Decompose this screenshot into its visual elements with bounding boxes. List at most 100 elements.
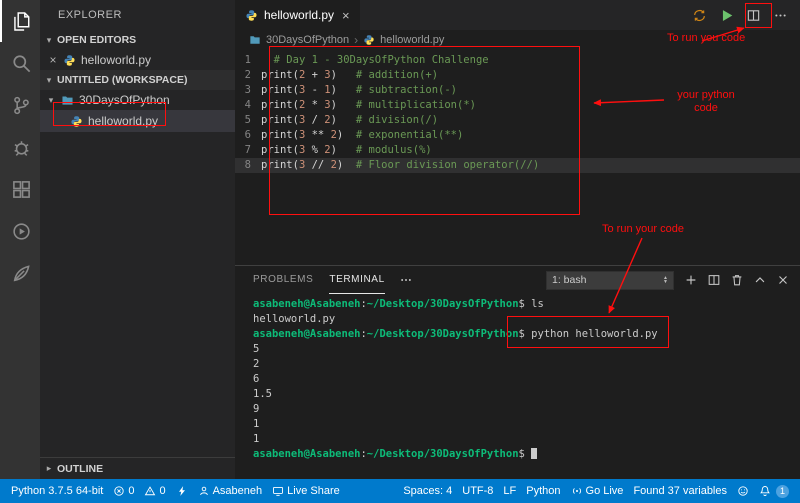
code-line[interactable]: 6print(3 ** 2) # exponential(**) <box>235 128 800 143</box>
code-line[interactable]: 1 # Day 1 - 30DaysOfPython Challenge <box>235 53 800 68</box>
chevron-right-icon: ▸ <box>44 463 54 474</box>
status-bar-right: Spaces: 4UTF-8LF Python Go Live Found 37 va… <box>398 479 794 503</box>
eol[interactable]: LF <box>498 479 521 503</box>
language-mode-label: Python <box>526 485 560 497</box>
code-line[interactable]: 2print(2 + 3) # addition(+) <box>235 68 800 83</box>
workspace-header[interactable]: ▾ UNTITLED (WORKSPACE) <box>40 70 235 90</box>
kill-terminal-icon[interactable] <box>730 273 744 287</box>
problems-warnings[interactable]: 0 <box>139 479 170 503</box>
terminal-output[interactable]: asabeneh@Asabeneh:~/Desktop/30DaysOfPyth… <box>235 294 800 479</box>
code-text: # Day 1 - 30DaysOfPython Challenge <box>261 53 489 68</box>
terminal-line: 5 <box>253 342 800 357</box>
file-label: helloworld.py <box>88 114 158 128</box>
problems-errors-label: 0 <box>128 485 134 497</box>
close-icon[interactable]: × <box>340 8 352 23</box>
split-terminal-icon[interactable] <box>707 273 721 287</box>
code-line[interactable]: 3print(3 - 1) # subtraction(-) <box>235 83 800 98</box>
terminal-line: asabeneh@Asabeneh:~/Desktop/30DaysOfPyth… <box>253 297 800 312</box>
variables[interactable]: Found 37 variables <box>628 479 732 503</box>
explorer-sidebar: EXPLORER ▾ OPEN EDITORS × helloworld.py … <box>40 0 235 479</box>
breadcrumb[interactable]: 30DaysOfPython › helloworld.py <box>235 30 800 50</box>
split-editor-icon[interactable] <box>746 8 761 23</box>
select-arrows-icon: ▲▼ <box>663 276 668 284</box>
go-live[interactable]: Go Live <box>566 479 629 503</box>
breadcrumb-file[interactable]: helloworld.py <box>380 34 444 46</box>
chevron-down-icon: ▾ <box>44 35 54 46</box>
sidebar-title: EXPLORER <box>40 0 235 30</box>
sync-icon[interactable] <box>692 8 707 23</box>
more-actions-icon[interactable] <box>399 273 413 287</box>
more-actions-icon[interactable] <box>773 8 788 23</box>
file-item-helloworld[interactable]: helloworld.py <box>40 110 235 132</box>
editor-group: helloworld.py × 30DaysOfPython › hellowo… <box>235 0 800 479</box>
notification-badge: 1 <box>776 485 789 498</box>
tab-label: helloworld.py <box>264 8 334 22</box>
line-number: 5 <box>235 113 261 128</box>
encoding[interactable]: UTF-8 <box>457 479 498 503</box>
close-panel-icon[interactable] <box>776 273 790 287</box>
new-terminal-icon[interactable] <box>684 273 698 287</box>
activity-source-control-icon[interactable] <box>0 84 40 126</box>
code-text: print(3 // 2) # Floor division operator(… <box>261 158 539 173</box>
activity-custom-extension-icon[interactable] <box>0 252 40 294</box>
breadcrumb-folder[interactable]: 30DaysOfPython <box>266 34 349 46</box>
outline-section[interactable]: ▸ OUTLINE <box>40 457 235 479</box>
vscode-window: EXPLORER ▾ OPEN EDITORS × helloworld.py … <box>0 0 800 503</box>
open-editor-item[interactable]: × helloworld.py <box>40 50 235 70</box>
smiley-icon <box>737 485 749 497</box>
live-share-flash[interactable] <box>171 479 193 503</box>
editor-actions <box>692 0 800 30</box>
activity-explorer-icon[interactable] <box>0 0 40 42</box>
tab-helloworld[interactable]: helloworld.py × <box>235 0 360 30</box>
code-editor[interactable]: 1 # Day 1 - 30DaysOfPython Challenge2pri… <box>235 50 800 265</box>
code-line[interactable]: 5print(3 / 2) # division(/) <box>235 113 800 128</box>
terminal-line: 1.5 <box>253 387 800 402</box>
maximize-panel-icon[interactable] <box>753 273 767 287</box>
terminal-shell-select[interactable]: 1: bash ▲▼ <box>546 271 674 290</box>
terminal-line: asabeneh@Asabeneh:~/Desktop/30DaysOfPyth… <box>253 327 800 342</box>
terminal-line: 1 <box>253 417 800 432</box>
code-line[interactable]: 7print(3 % 2) # modulus(%) <box>235 143 800 158</box>
close-icon[interactable]: × <box>48 55 58 65</box>
code-line[interactable]: 8print(3 // 2) # Floor division operator… <box>235 158 800 173</box>
activity-test-icon[interactable] <box>0 210 40 252</box>
code-text: print(3 / 2) # division(/) <box>261 113 438 128</box>
live-share-user[interactable]: Asabeneh <box>193 479 268 503</box>
code-text: print(3 ** 2) # exponential(**) <box>261 128 463 143</box>
code-line[interactable]: 4print(2 * 3) # multiplication(*) <box>235 98 800 113</box>
warning-icon <box>144 485 156 497</box>
problems-errors[interactable]: 0 <box>108 479 139 503</box>
run-python-file-icon[interactable] <box>719 8 734 23</box>
share-screen-icon <box>272 485 284 497</box>
live-share[interactable]: Live Share <box>267 479 345 503</box>
terminal-line: 9 <box>253 402 800 417</box>
terminal-line: 2 <box>253 357 800 372</box>
person-icon <box>198 485 210 497</box>
editor-tab-bar: helloworld.py × <box>235 0 800 30</box>
line-number: 7 <box>235 143 261 158</box>
folder-item-30daysofpython[interactable]: ▾ 30DaysOfPython <box>40 90 235 110</box>
terminal-line: helloworld.py <box>253 312 800 327</box>
python-file-icon <box>363 34 375 46</box>
workspace-label: UNTITLED (WORKSPACE) <box>57 74 187 86</box>
variables-label: Found 37 variables <box>633 485 727 497</box>
chevron-down-icon: ▾ <box>44 75 54 86</box>
activity-search-icon[interactable] <box>0 42 40 84</box>
indentation[interactable]: Spaces: 4 <box>398 479 457 503</box>
panel-tab-terminal[interactable]: TERMINAL <box>329 266 384 294</box>
line-number: 6 <box>235 128 261 143</box>
terminal-actions <box>684 273 790 287</box>
live-share-label: Live Share <box>287 485 340 497</box>
panel-tab-problems[interactable]: PROBLEMS <box>253 266 313 294</box>
open-editors-header[interactable]: ▾ OPEN EDITORS <box>40 30 235 50</box>
python-version[interactable]: Python 3.7.5 64-bit <box>6 479 108 503</box>
activity-run-debug-icon[interactable] <box>0 126 40 168</box>
python-file-icon <box>63 54 76 67</box>
activity-extensions-icon[interactable] <box>0 168 40 210</box>
status-bar: Python 3.7.5 64-bit00AsabenehLive Share … <box>0 479 800 503</box>
shell-select-value: 1: bash <box>552 274 586 286</box>
notifications[interactable]: 1 <box>754 479 794 503</box>
language-mode[interactable]: Python <box>521 479 565 503</box>
chevron-down-icon: ▾ <box>46 95 56 106</box>
feedback[interactable] <box>732 479 754 503</box>
